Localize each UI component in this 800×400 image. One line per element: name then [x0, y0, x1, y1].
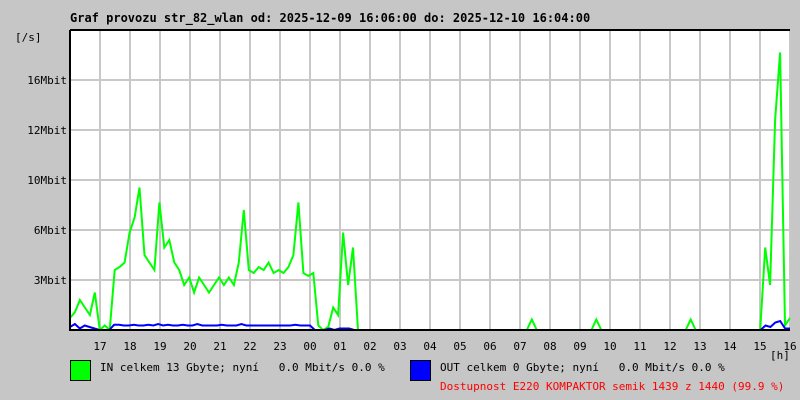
x-tick-label: 08: [543, 340, 556, 353]
x-tick-label: 15: [753, 340, 766, 353]
x-tick-label: 00: [303, 340, 316, 353]
x-tick-label: 12: [663, 340, 676, 353]
x-tick-label: 04: [423, 340, 437, 353]
in-legend-label: IN celkem 13 Gbyte; nyní 0.0 Mbit/s 0.0 …: [100, 361, 385, 374]
x-tick-label: 23: [273, 340, 286, 353]
y-tick-label: 12Mbit: [27, 124, 67, 137]
x-tick-label: 19: [153, 340, 166, 353]
x-tick-label: 06: [483, 340, 496, 353]
x-tick-label: 07: [513, 340, 526, 353]
x-tick-label: 02: [363, 340, 376, 353]
availability-label: Dostupnost E220 KOMPAKTOR semik 1439 z 1…: [440, 380, 785, 393]
x-tick-label: 11: [633, 340, 646, 353]
out-legend-label: OUT celkem 0 Gbyte; nyní 0.0 Mbit/s 0.0 …: [440, 361, 725, 374]
x-tick-label: 05: [453, 340, 466, 353]
x-tick-label: 21: [213, 340, 226, 353]
in-legend-swatch: [70, 360, 91, 381]
x-tick-label: 14: [723, 340, 737, 353]
x-tick-label: 18: [123, 340, 136, 353]
x-tick-label: 20: [183, 340, 196, 353]
traffic-graph: Graf provozu str_82_wlan od: 2025-12-09 …: [0, 0, 800, 400]
x-tick-label: 01: [333, 340, 346, 353]
y-tick-label: 16Mbit: [27, 74, 67, 87]
x-tick-label: 10: [603, 340, 616, 353]
x-tick-label: 16: [783, 340, 796, 353]
x-tick-label: 09: [573, 340, 586, 353]
x-tick-label: 22: [243, 340, 256, 353]
y-tick-label: 3Mbit: [34, 274, 67, 287]
plot-area: 17 18 19 20 21 22 23 00 01 02 03 04 05 06 07 08 09 10 11 12…: [27, 29, 797, 353]
x-tick-label: 13: [693, 340, 706, 353]
y-tick-label: 6Mbit: [34, 224, 67, 237]
x-tick-label: 17: [93, 340, 106, 353]
x-tick-label: 03: [393, 340, 406, 353]
out-legend-swatch: [410, 360, 431, 381]
y-tick-label: 10Mbit: [27, 174, 67, 187]
